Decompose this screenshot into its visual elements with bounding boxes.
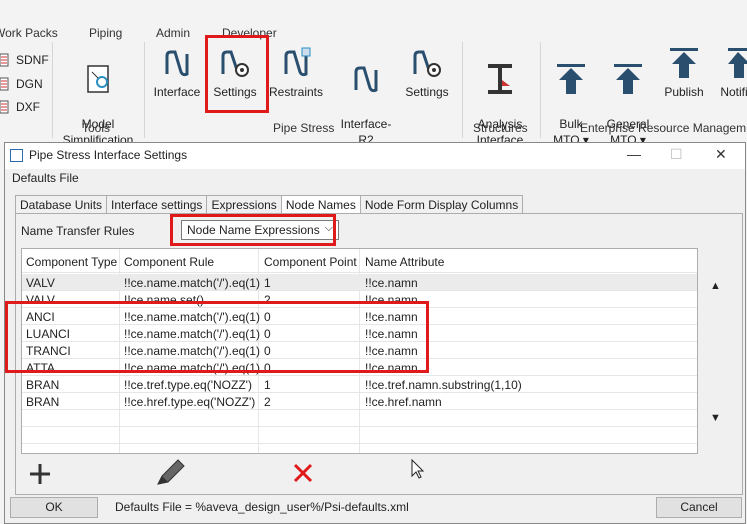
app-icon bbox=[10, 149, 23, 162]
sdnf-icon bbox=[0, 53, 9, 67]
column-header[interactable]: Component Rule bbox=[124, 255, 214, 269]
dgn-label: DGN bbox=[16, 77, 43, 91]
column-header[interactable]: Component Type bbox=[26, 255, 117, 269]
notifi-label: Notifi bbox=[720, 85, 747, 99]
restraints-label: Restraints bbox=[268, 85, 324, 99]
defaults-file-menu[interactable]: Defaults File bbox=[12, 171, 79, 185]
table-row[interactable]: VALV !!ce.name.match('/').eq(1) 1 !!ce.n… bbox=[22, 274, 697, 291]
table-row-empty[interactable] bbox=[22, 410, 697, 427]
group-label-structures: Structures bbox=[473, 121, 528, 135]
dxf-button[interactable]: DXF bbox=[0, 99, 40, 115]
settings-tabs: Database Units Interface settings Expres… bbox=[15, 195, 524, 214]
add-row-icon[interactable] bbox=[28, 462, 52, 486]
mouse-cursor-icon bbox=[411, 458, 425, 479]
tab-database-units[interactable]: Database Units bbox=[15, 195, 108, 214]
restraints-button[interactable]: Restraints bbox=[266, 46, 326, 100]
group-label-erm: Enterprise Resource Managem bbox=[580, 121, 747, 135]
highlight-dropdown-box bbox=[170, 214, 336, 246]
ok-button[interactable]: OK bbox=[10, 497, 98, 518]
pipe-interface-r2-icon bbox=[354, 66, 378, 93]
group-label-pipe-stress: Pipe Stress bbox=[273, 121, 335, 135]
cell-component-point: 1 bbox=[264, 378, 271, 392]
interface-r2-button[interactable]: Interface- R2 bbox=[334, 46, 398, 148]
ribbon-separator bbox=[462, 42, 463, 138]
menu-tab-piping[interactable]: Piping bbox=[89, 26, 122, 40]
dxf-label: DXF bbox=[16, 100, 40, 114]
cell-name-attribute: !!ce.href.namn bbox=[365, 395, 442, 409]
upload-arrow-icon bbox=[614, 64, 642, 94]
ribbon-separator bbox=[540, 42, 541, 138]
move-up-arrow-icon[interactable]: ▲ bbox=[710, 280, 721, 292]
dialog-titlebar: Pipe Stress Interface Settings — ☐ ✕ bbox=[5, 143, 745, 169]
cell-component-type: VALV bbox=[26, 276, 55, 290]
pipe-settings-icon bbox=[413, 50, 441, 77]
group-label-tools: Tools bbox=[82, 121, 111, 135]
column-header[interactable]: Component Point bbox=[264, 255, 357, 269]
dgn-icon bbox=[0, 77, 9, 91]
cell-component-rule: !!ce.name.match('/').eq(1) bbox=[124, 276, 260, 290]
cell-name-attribute: !!ce.namn bbox=[365, 276, 418, 290]
maximize-icon[interactable]: ☐ bbox=[670, 146, 683, 163]
table-row[interactable]: BRAN !!ce.tref.type.eq('NOZZ') 1 !!ce.tr… bbox=[22, 376, 697, 393]
move-down-arrow-icon[interactable]: ▼ bbox=[710, 412, 721, 424]
sdnf-label: SDNF bbox=[16, 53, 49, 67]
tab-node-names[interactable]: Node Names bbox=[280, 195, 361, 214]
cell-component-type: BRAN bbox=[26, 395, 60, 409]
table-row-empty[interactable] bbox=[22, 427, 697, 444]
dxf-icon bbox=[0, 100, 9, 114]
beam-interface-icon bbox=[488, 64, 512, 94]
column-header[interactable]: Name Attribute bbox=[365, 255, 444, 269]
name-transfer-rules-label: Name Transfer Rules bbox=[21, 224, 135, 238]
settings2-label: Settings bbox=[405, 85, 449, 99]
cell-name-attribute: !!ce.tref.namn.substring(1,10) bbox=[365, 378, 522, 392]
cell-component-rule: !!ce.href.type.eq('NOZZ') bbox=[124, 395, 256, 409]
ribbon: Work Packs Piping Admin Developer SDNF D… bbox=[0, 0, 747, 148]
notification-icon bbox=[728, 48, 747, 78]
cell-component-point: 2 bbox=[264, 395, 271, 409]
close-icon[interactable]: ✕ bbox=[715, 146, 727, 163]
interface-button[interactable]: Interface bbox=[150, 46, 204, 100]
ribbon-separator bbox=[52, 42, 53, 138]
upload-arrow-icon bbox=[670, 48, 698, 78]
cancel-button[interactable]: Cancel bbox=[656, 497, 742, 518]
dgn-button[interactable]: DGN bbox=[0, 76, 43, 92]
table-row[interactable]: BRAN !!ce.href.type.eq('NOZZ') 2 !!ce.hr… bbox=[22, 393, 697, 410]
tab-interface-settings[interactable]: Interface settings bbox=[106, 195, 208, 214]
minimize-icon[interactable]: — bbox=[627, 146, 641, 162]
tab-node-form-display-columns[interactable]: Node Form Display Columns bbox=[359, 195, 524, 214]
highlight-rows-box bbox=[5, 301, 429, 373]
edit-pencil-icon[interactable] bbox=[154, 458, 186, 488]
publish-button[interactable]: Publish bbox=[660, 46, 708, 100]
sdnf-button[interactable]: SDNF bbox=[0, 52, 49, 68]
restraints-icon bbox=[284, 47, 311, 77]
upload-arrow-icon bbox=[557, 64, 585, 94]
cell-component-rule: !!ce.tref.type.eq('NOZZ') bbox=[124, 378, 252, 392]
menu-tab-admin[interactable]: Admin bbox=[156, 26, 190, 40]
publish-label: Publish bbox=[664, 85, 704, 99]
delete-x-icon[interactable] bbox=[292, 462, 314, 484]
cell-component-point: 1 bbox=[264, 276, 271, 290]
highlight-settings-box bbox=[205, 35, 269, 113]
tab-expressions[interactable]: Expressions bbox=[206, 195, 282, 214]
dialog-title: Pipe Stress Interface Settings bbox=[29, 148, 188, 162]
notifi-button[interactable]: Notifi bbox=[714, 46, 747, 100]
pipe-stress-settings-dialog: Pipe Stress Interface Settings — ☐ ✕ Def… bbox=[4, 142, 746, 524]
pipe-interface-icon bbox=[165, 50, 189, 77]
ribbon-separator bbox=[144, 42, 145, 138]
menu-tab-work-packs[interactable]: Work Packs bbox=[0, 26, 58, 40]
model-simplification-icon bbox=[87, 65, 109, 93]
table-header: Component Type Component Rule Component … bbox=[22, 249, 697, 273]
cell-component-type: BRAN bbox=[26, 378, 60, 392]
settings2-button[interactable]: Settings bbox=[401, 46, 453, 100]
defaults-file-path: Defaults File = %aveva_design_user%/Psi-… bbox=[115, 500, 409, 514]
interface-label: Interface bbox=[153, 85, 201, 99]
